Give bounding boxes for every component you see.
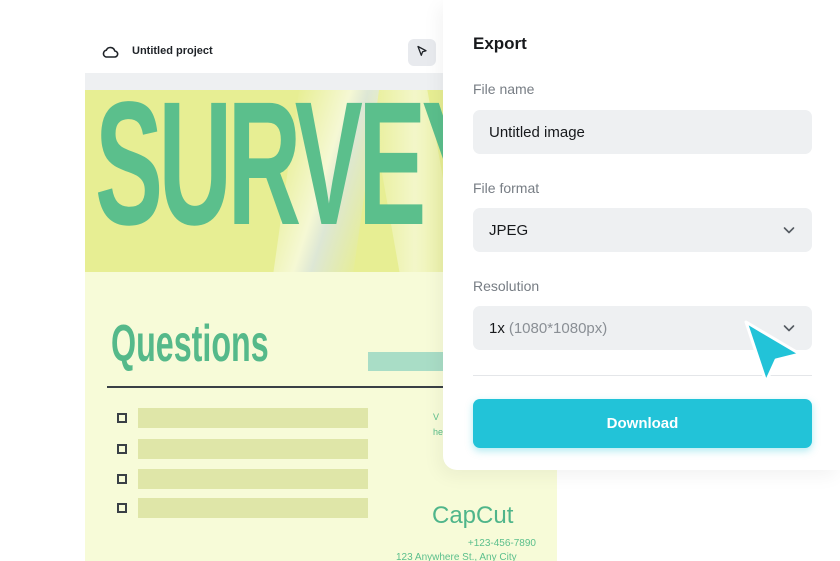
- section-title: Questions: [111, 315, 269, 373]
- file-format-label: File format: [473, 180, 540, 196]
- answer-bar: [138, 439, 368, 459]
- side-text: V he: [433, 410, 443, 440]
- question-row: [117, 439, 368, 459]
- file-format-select[interactable]: JPEG: [473, 208, 812, 252]
- file-name-field[interactable]: Untitled image: [473, 110, 812, 154]
- brand-name: CapCut: [432, 502, 514, 529]
- question-row: [117, 498, 368, 518]
- question-row: [117, 408, 368, 428]
- side-text-line: he: [433, 427, 444, 437]
- resolution-label: Resolution: [473, 278, 540, 294]
- side-text-line: V: [433, 412, 440, 422]
- project-title[interactable]: Untitled project: [132, 45, 213, 57]
- export-panel: Export File name Untitled image File for…: [443, 0, 840, 470]
- file-format-value: JPEG: [489, 221, 529, 239]
- resolution-value: 1x: [489, 319, 505, 337]
- hero-word: SURVEY: [95, 90, 490, 262]
- file-name-value: Untitled image: [489, 123, 585, 141]
- pointer-arrow-icon: [738, 316, 808, 388]
- question-row: [117, 469, 368, 489]
- answer-bar: [138, 408, 368, 428]
- checkbox: [117, 503, 127, 513]
- answer-bar: [138, 469, 368, 489]
- select-tool-button[interactable]: [408, 39, 436, 66]
- cursor-icon: [416, 44, 428, 62]
- checkbox: [117, 474, 127, 484]
- screen: Untitled project SURVEY Questions V he C…: [0, 0, 840, 561]
- resolution-detail: (1080*1080px): [508, 319, 608, 337]
- download-button[interactable]: Download: [473, 399, 812, 448]
- checkbox: [117, 413, 127, 423]
- answer-bar: [138, 498, 368, 518]
- checkbox: [117, 444, 127, 454]
- address: 123 Anywhere St., Any City: [396, 552, 517, 561]
- chevron-down-icon: [782, 223, 796, 237]
- file-name-label: File name: [473, 81, 535, 97]
- panel-title: Export: [473, 34, 527, 53]
- phone-number: +123-456-7890: [467, 538, 536, 549]
- cloud-icon[interactable]: [101, 43, 119, 61]
